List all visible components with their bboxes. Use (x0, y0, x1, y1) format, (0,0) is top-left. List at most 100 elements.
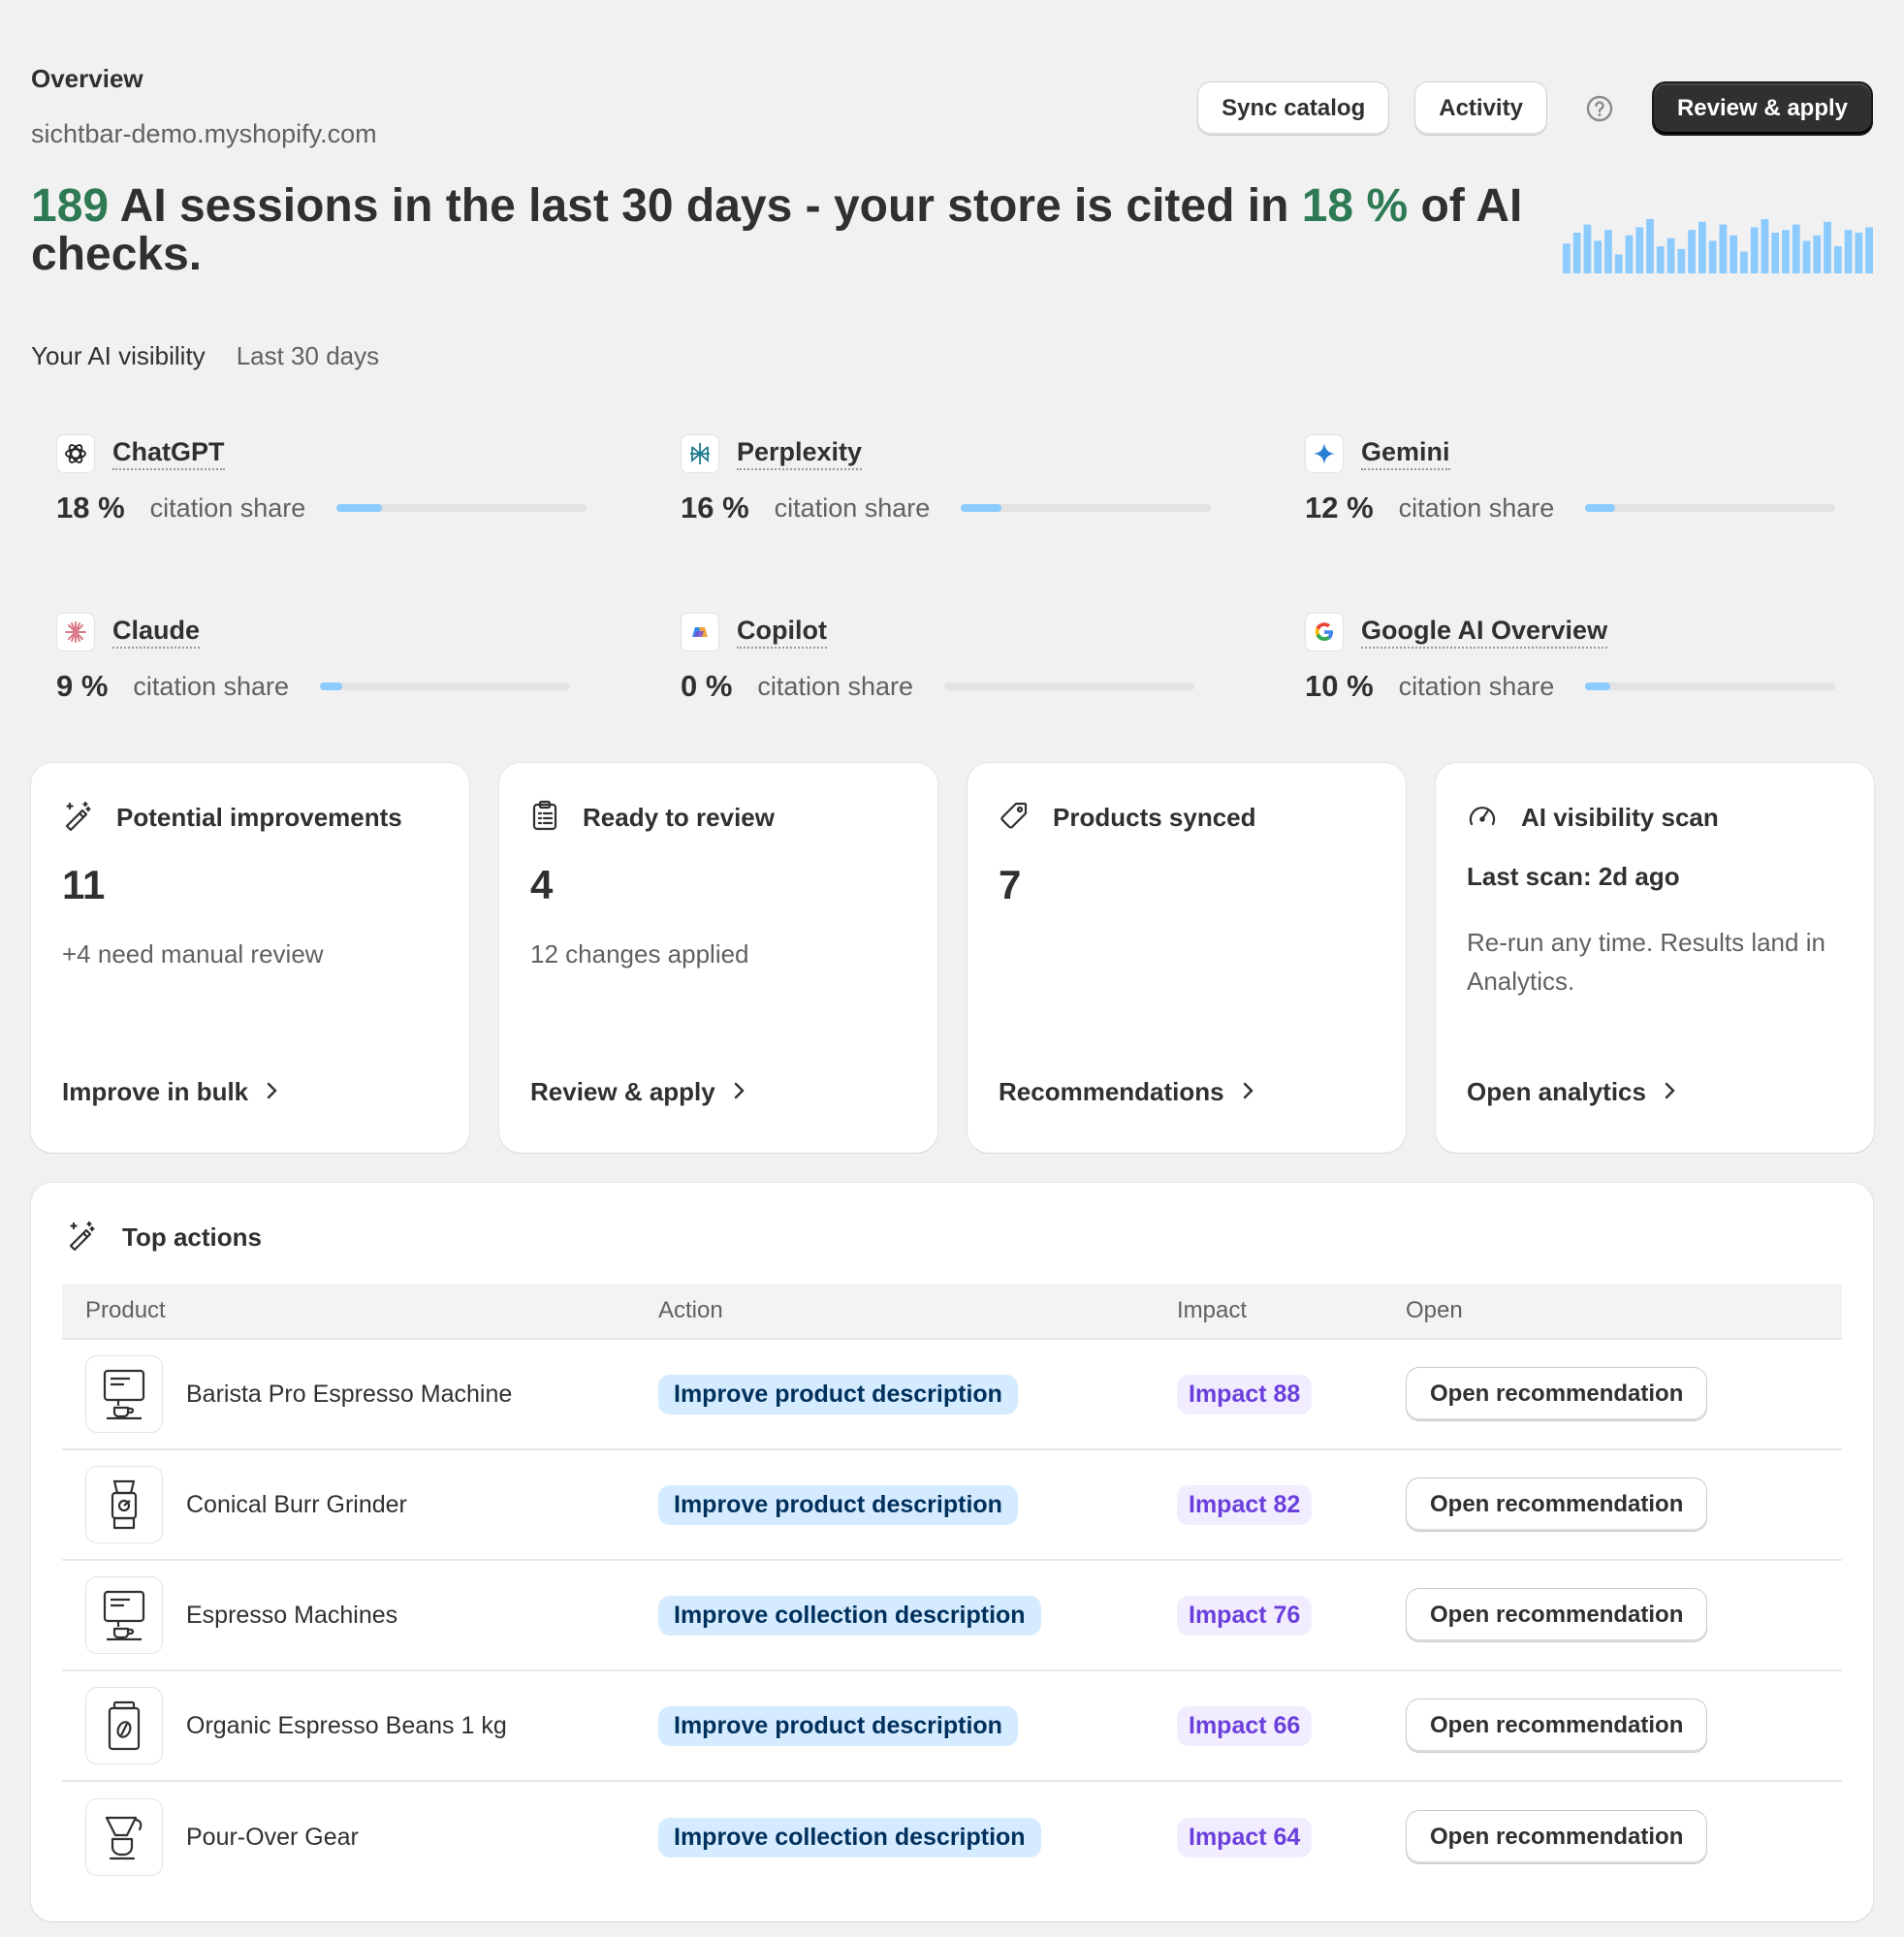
card-ready-to-review: Ready to review 4 12 changes applied Rev… (499, 763, 937, 1153)
action-badge: Improve product description (658, 1705, 1018, 1746)
sparkline-bar (1824, 221, 1831, 273)
product-name[interactable]: Pour-Over Gear (186, 1824, 359, 1852)
sparkline-bar (1761, 219, 1769, 273)
table-row: Conical Burr Grinder Improve product des… (62, 1450, 1842, 1561)
recommendations-link[interactable]: Recommendations (999, 1077, 1255, 1107)
chevron-right-icon (733, 1077, 746, 1107)
pour-over-icon (85, 1798, 163, 1876)
card-title: Products synced (1053, 803, 1256, 832)
platform-gemini: Gemini 12 % citation share (1305, 434, 1848, 525)
platform-label: citation share (1398, 671, 1555, 701)
review-apply-link[interactable]: Review & apply (530, 1077, 746, 1107)
improve-in-bulk-link[interactable]: Improve in bulk (62, 1077, 279, 1107)
platform-pct: 12 % (1305, 491, 1374, 524)
sparkline-bar (1740, 251, 1748, 273)
impact-badge: Impact 82 (1177, 1484, 1313, 1525)
platform-pct: 16 % (681, 491, 749, 524)
citation-percent: 18 % (1301, 180, 1409, 232)
citation-bar (1585, 683, 1836, 690)
help-icon[interactable] (1580, 89, 1619, 128)
chatgpt-icon (56, 434, 95, 473)
platform-name[interactable]: Google AI Overview (1361, 616, 1608, 649)
citation-bar (944, 683, 1195, 690)
product-name[interactable]: Espresso Machines (186, 1602, 397, 1630)
platform-chatgpt: ChatGPT 18 % citation share (56, 434, 599, 525)
platform-name[interactable]: Gemini (1361, 437, 1450, 470)
card-value: 4 (530, 862, 554, 907)
sparkline-bar (1855, 233, 1863, 273)
last-scan-text: Last scan: 2d ago (1467, 862, 1680, 891)
activity-button[interactable]: Activity (1414, 81, 1547, 136)
card-products-synced: Products synced 7 Recommendations (968, 763, 1406, 1153)
sessions-sparkline (1563, 219, 1873, 273)
citation-bar-fill (1585, 683, 1611, 690)
sparkline-bar (1750, 227, 1759, 273)
visibility-range: Last 30 days (236, 341, 380, 370)
sparkline-bar (1614, 254, 1623, 273)
column-header-action: Action (658, 1297, 723, 1323)
platform-google-ai-overview: Google AI Overview 10 % citation share (1305, 613, 1848, 704)
store-domain: sichtbar-demo.myshopify.com (31, 119, 377, 148)
sparkline-bar (1719, 224, 1728, 273)
open-recommendation-button[interactable]: Open recommendation (1406, 1367, 1708, 1421)
platform-name[interactable]: ChatGPT (112, 437, 225, 470)
platform-name[interactable]: Perplexity (737, 437, 863, 470)
sparkline-bar (1792, 224, 1800, 273)
card-link-label: Review & apply (530, 1077, 715, 1106)
citation-bar (320, 683, 571, 690)
platform-claude: Claude 9 % citation share (56, 613, 599, 704)
card-subtitle: 12 changes applied (530, 939, 749, 968)
open-recommendation-button[interactable]: Open recommendation (1406, 1477, 1708, 1532)
platform-pct: 10 % (1305, 669, 1374, 703)
magic-wand-icon (66, 1220, 97, 1255)
open-recommendation-button[interactable]: Open recommendation (1406, 1588, 1708, 1642)
column-header-impact: Impact (1177, 1297, 1248, 1323)
gauge-icon (1467, 800, 1498, 836)
card-title: Potential improvements (116, 803, 402, 832)
card-description: Re-run any time. Results land in Analyti… (1467, 928, 1825, 996)
top-actions-title: Top actions (122, 1223, 262, 1252)
visibility-title: Your AI visibility (31, 341, 206, 370)
platform-pct: 18 % (56, 491, 125, 524)
copilot-icon (681, 613, 719, 651)
sparkline-bar (1677, 248, 1686, 273)
open-recommendation-button[interactable]: Open recommendation (1406, 1810, 1708, 1864)
sparkline-bar (1563, 243, 1571, 273)
impact-badge: Impact 64 (1177, 1817, 1313, 1858)
action-badge: Improve collection description (658, 1817, 1041, 1858)
citation-bar-fill (320, 683, 343, 690)
sparkline-bar (1604, 230, 1612, 273)
top-actions-card: Top actions Product Action Impact Open B… (31, 1183, 1873, 1921)
product-name[interactable]: Organic Espresso Beans 1 kg (186, 1712, 507, 1740)
sparkline-bar (1583, 224, 1592, 273)
platform-name[interactable]: Claude (112, 616, 201, 649)
sync-catalog-button[interactable]: Sync catalog (1197, 81, 1390, 136)
sparkline-bar (1802, 240, 1811, 273)
sparkline-bar (1688, 230, 1696, 273)
product-name[interactable]: Conical Burr Grinder (186, 1491, 407, 1519)
sparkline-bar (1698, 221, 1706, 273)
hero-text-a: AI sessions in the last 30 days - your s… (109, 180, 1302, 232)
table-header: Product Action Impact Open (62, 1284, 1842, 1340)
impact-badge: Impact 76 (1177, 1595, 1313, 1635)
citation-bar-fill (1585, 504, 1616, 512)
open-recommendation-button[interactable]: Open recommendation (1406, 1699, 1708, 1753)
platform-label: citation share (774, 492, 931, 523)
table-row: Organic Espresso Beans 1 kg Improve prod… (62, 1671, 1842, 1782)
sessions-count: 189 (31, 180, 110, 232)
card-value: 11 (62, 862, 106, 907)
review-apply-button[interactable]: Review & apply (1651, 81, 1873, 136)
claude-icon (56, 613, 95, 651)
citation-bar-fill (336, 504, 382, 512)
product-name[interactable]: Barista Pro Espresso Machine (186, 1381, 512, 1409)
open-analytics-link[interactable]: Open analytics (1467, 1077, 1677, 1107)
table-row: Espresso Machines Improve collection des… (62, 1561, 1842, 1671)
platform-name[interactable]: Copilot (737, 616, 827, 649)
chevron-right-icon (266, 1077, 279, 1107)
card-title: Ready to review (583, 803, 775, 832)
action-badge: Improve product description (658, 1484, 1018, 1525)
header-actions: Sync catalog Activity Review & apply (1197, 81, 1873, 136)
sparkline-bar (1625, 235, 1634, 273)
card-link-label: Recommendations (999, 1077, 1224, 1106)
platform-label: citation share (757, 671, 914, 701)
